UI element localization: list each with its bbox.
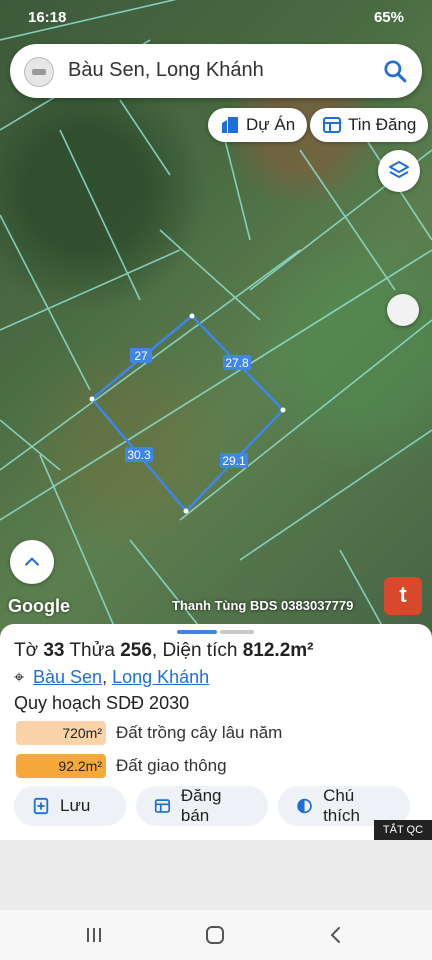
system-navigation-bar	[0, 910, 432, 960]
land-use-label: Đất giao thông	[116, 756, 227, 775]
edge-label: 27	[134, 349, 148, 363]
hide-ads-button[interactable]: TẮT QC	[374, 820, 432, 840]
edge-label: 27.8	[225, 356, 249, 370]
search-bar[interactable]: Bàu Sen, Long Khánh	[10, 44, 422, 98]
projects-button[interactable]: Dự Án	[208, 108, 308, 142]
land-use-label: Đất trồng cây lâu năm	[116, 723, 283, 742]
listing-icon	[154, 799, 171, 813]
post-for-sale-button[interactable]: Đăng bán	[136, 786, 268, 826]
location-link-city[interactable]: Long Khánh	[112, 667, 209, 687]
land-use-area: 92.2m²	[16, 754, 106, 778]
plot-info-sheet: Tờ 33 Thửa 256, Diện tích 812.2m² ⌖ Bàu …	[0, 624, 432, 840]
status-bar: 16:18 65%	[0, 0, 432, 34]
home-icon[interactable]	[204, 924, 226, 946]
post-label: Đăng bán	[180, 786, 222, 825]
sheet-page-indicator	[220, 630, 254, 634]
plot-location: ⌖ Bàu Sen, Long Khánh	[14, 667, 210, 687]
listings-label: Tin Đăng	[348, 115, 417, 134]
layers-icon	[389, 161, 409, 178]
back-icon[interactable]	[325, 924, 347, 946]
projects-label: Dự Án	[246, 115, 296, 134]
ad-area	[0, 840, 432, 910]
planning-heading: Quy hoạch SDĐ 2030	[14, 693, 190, 713]
google-logo: Google	[8, 596, 70, 616]
selected-plot-outline	[90, 314, 285, 513]
edge-label: 29.1	[222, 454, 246, 468]
recent-apps-icon[interactable]	[83, 924, 105, 946]
listing-icon	[323, 117, 341, 133]
expand-up-button[interactable]	[10, 540, 54, 584]
contrast-icon	[297, 798, 312, 814]
plot-title: Tờ 33 Thửa 256, Diện tích 812.2m²	[14, 640, 314, 661]
search-icon[interactable]	[382, 58, 408, 84]
search-input[interactable]: Bàu Sen, Long Khánh	[68, 59, 264, 82]
status-time: 16:18	[28, 9, 67, 26]
building-icon	[222, 117, 238, 133]
chevron-up-icon	[25, 557, 39, 566]
map-attribution: Thanh Tùng BDS 0383037779	[172, 598, 354, 613]
land-use-area: 720m²	[16, 721, 106, 745]
location-link-ward[interactable]: Bàu Sen	[33, 667, 102, 687]
action-row: Lưu Đăng bán Chú thích	[14, 786, 410, 826]
battery-level: 65%	[373, 9, 404, 26]
edge-label: 30.3	[127, 448, 151, 462]
save-label: Lưu	[60, 796, 91, 815]
save-button[interactable]: Lưu	[14, 786, 126, 826]
listings-button[interactable]: Tin Đăng	[310, 108, 429, 142]
layers-button[interactable]	[378, 150, 420, 192]
land-use-row: 720m² Đất trồng cây lâu năm	[16, 721, 282, 745]
save-icon	[33, 797, 49, 815]
app-logo-icon[interactable]	[24, 57, 54, 87]
land-use-row: 92.2m² Đất giao thông	[16, 754, 227, 778]
opacity-slider-handle[interactable]	[387, 294, 419, 326]
location-pin-icon: ⌖	[14, 667, 25, 687]
t-button[interactable]: t	[384, 577, 422, 615]
sheet-page-indicator-active	[177, 630, 217, 634]
